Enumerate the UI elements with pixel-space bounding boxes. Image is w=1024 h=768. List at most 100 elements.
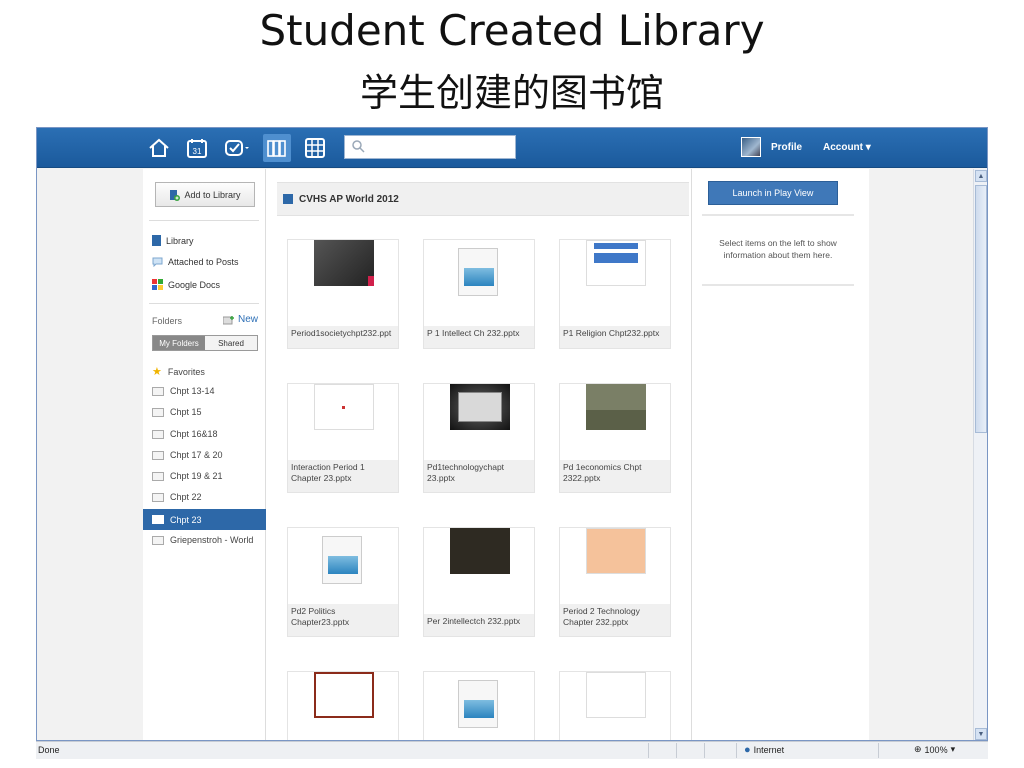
profile-link[interactable]: Profile bbox=[771, 142, 802, 153]
folder-label: Chpt 16&18 bbox=[170, 429, 218, 439]
folder-label: Chpt 23 bbox=[170, 514, 202, 525]
thumbnail bbox=[560, 528, 670, 616]
folder-icon bbox=[152, 450, 164, 460]
file-tile[interactable] bbox=[287, 671, 399, 740]
file-caption: Period1societychpt232.ppt bbox=[288, 326, 398, 348]
divider bbox=[676, 743, 677, 758]
folder-icon bbox=[152, 515, 164, 524]
scroll-down-icon[interactable]: ▼ bbox=[975, 728, 987, 740]
vertical-scrollbar[interactable]: ▲ ▼ bbox=[973, 169, 987, 740]
folders-heading: Folders bbox=[152, 316, 183, 326]
check-icon[interactable] bbox=[223, 134, 251, 162]
library-icon[interactable] bbox=[263, 134, 291, 162]
thumbnail bbox=[288, 672, 398, 740]
sidebar-item-attached-to-posts[interactable]: Attached to Posts bbox=[152, 257, 239, 267]
thumbnail bbox=[288, 384, 398, 472]
folder-item[interactable]: Chpt 19 & 21 bbox=[152, 471, 223, 481]
tab-my-folders[interactable]: My Folders bbox=[153, 336, 205, 350]
file-tile[interactable]: Pd2 Politics Chapter23.pptx bbox=[287, 527, 399, 637]
status-bar: Done ● Internet ⊕ 100% ▾ bbox=[36, 741, 988, 759]
file-caption: Period 2 Technology Chapter 232.pptx bbox=[560, 604, 670, 636]
file-tile[interactable] bbox=[423, 671, 535, 740]
browser-window: 31 Profile Account ▾ Add to Library Libr… bbox=[36, 127, 988, 741]
divider bbox=[149, 303, 259, 304]
divider bbox=[149, 220, 259, 221]
tab-shared[interactable]: Shared bbox=[205, 336, 257, 350]
thumbnail bbox=[288, 240, 398, 328]
thumbnail bbox=[560, 672, 670, 740]
slide-subtitle: 学生创建的图书馆 bbox=[359, 71, 664, 115]
zoom-icon: ⊕ bbox=[914, 744, 922, 754]
globe-icon: ● bbox=[744, 744, 751, 756]
add-to-library-label: Add to Library bbox=[184, 189, 241, 200]
file-tile[interactable]: P1 Religion Chpt232.pptx bbox=[559, 239, 671, 349]
file-caption: P 1 Intellect Ch 232.pptx bbox=[424, 326, 534, 348]
folder-icon bbox=[152, 492, 164, 502]
file-tile[interactable]: Period 2 Technology Chapter 232.pptx bbox=[559, 527, 671, 637]
file-caption: Pd2 Politics Chapter23.pptx bbox=[288, 604, 398, 636]
thumbnail bbox=[424, 528, 534, 616]
folder-label: Chpt 15 bbox=[170, 407, 202, 417]
folder-tabs: My Folders Shared bbox=[152, 335, 258, 351]
new-folder-label: New bbox=[238, 314, 259, 325]
sidebar-item-label: Favorites bbox=[167, 366, 205, 377]
file-tile[interactable]: Interaction Period 1 Chapter 23.pptx bbox=[287, 383, 399, 493]
file-caption: Per 2intellectch 232.pptx bbox=[424, 614, 534, 636]
sidebar-item-library[interactable]: Library bbox=[152, 235, 194, 246]
generic-file-icon bbox=[424, 672, 534, 740]
file-tile[interactable] bbox=[559, 671, 671, 740]
add-book-icon bbox=[170, 189, 181, 201]
generic-file-icon bbox=[288, 528, 398, 616]
scroll-thumb[interactable] bbox=[975, 185, 987, 433]
home-icon[interactable] bbox=[145, 134, 173, 162]
account-menu[interactable]: Account ▾ bbox=[823, 142, 871, 153]
file-tile[interactable]: Pd 1economics Chpt 2322.pptx bbox=[559, 383, 671, 493]
svg-text:31: 31 bbox=[193, 147, 202, 156]
thumbnail bbox=[560, 384, 670, 472]
launch-play-view-button[interactable]: Launch in Play View bbox=[708, 181, 838, 205]
zoom-control[interactable]: ⊕ 100% ▾ bbox=[914, 744, 955, 755]
folder-header: CVHS AP World 2012 bbox=[277, 182, 689, 216]
file-tile[interactable]: Period1societychpt232.ppt bbox=[287, 239, 399, 349]
details-pane: Launch in Play View Select items on the … bbox=[691, 169, 869, 740]
file-caption: Interaction Period 1 Chapter 23.pptx bbox=[288, 460, 398, 492]
add-to-library-button[interactable]: Add to Library bbox=[155, 182, 255, 207]
folder-item[interactable]: Chpt 15 bbox=[152, 407, 202, 417]
divider bbox=[702, 214, 854, 216]
folder-icon bbox=[152, 535, 164, 545]
top-navigation-bar: 31 Profile Account ▾ bbox=[37, 128, 987, 168]
sidebar-item-google-docs[interactable]: Google Docs bbox=[152, 279, 220, 290]
book-icon bbox=[152, 235, 161, 246]
grid-icon[interactable] bbox=[301, 134, 329, 162]
comment-icon bbox=[152, 257, 163, 267]
zoom-level: 100% bbox=[924, 744, 948, 755]
thumbnail bbox=[424, 384, 534, 472]
sidebar-item-label: Google Docs bbox=[168, 279, 221, 290]
security-zone[interactable]: ● Internet bbox=[744, 744, 784, 756]
file-tile[interactable]: P 1 Intellect Ch 232.pptx bbox=[423, 239, 535, 349]
search-input[interactable] bbox=[344, 135, 516, 159]
calendar-icon[interactable]: 31 bbox=[183, 134, 211, 162]
folder-item[interactable]: Chpt 16&18 bbox=[152, 429, 218, 439]
file-caption: P1 Religion Chpt232.pptx bbox=[560, 326, 670, 348]
divider bbox=[878, 743, 879, 758]
divider bbox=[736, 743, 737, 758]
folder-item[interactable]: Chpt 17 & 20 bbox=[152, 450, 223, 460]
avatar[interactable] bbox=[741, 137, 761, 157]
slide-title: Student Created Library bbox=[259, 6, 765, 55]
sidebar-item-favorites[interactable]: ★ Favorites bbox=[152, 365, 205, 378]
file-tile[interactable]: Pd1technologychapt 23.pptx bbox=[423, 383, 535, 493]
divider bbox=[704, 743, 705, 758]
folder-label: Chpt 19 & 21 bbox=[170, 471, 223, 481]
folder-item[interactable]: Griepenstroh - World bbox=[152, 535, 253, 545]
details-hint: Select items on the left to show informa… bbox=[719, 238, 837, 260]
thumbnail bbox=[560, 240, 670, 328]
folder-item-selected[interactable]: Chpt 23 bbox=[143, 509, 266, 530]
library-sidebar: Add to Library Library Attached to Posts… bbox=[143, 169, 266, 740]
folder-item[interactable]: Chpt 22 bbox=[152, 492, 202, 502]
folder-item[interactable]: Chpt 13-14 bbox=[152, 386, 215, 396]
file-tile[interactable]: Per 2intellectch 232.pptx bbox=[423, 527, 535, 637]
new-folder-button[interactable]: New bbox=[223, 314, 258, 325]
folder-icon bbox=[152, 471, 164, 481]
scroll-up-icon[interactable]: ▲ bbox=[975, 170, 987, 182]
